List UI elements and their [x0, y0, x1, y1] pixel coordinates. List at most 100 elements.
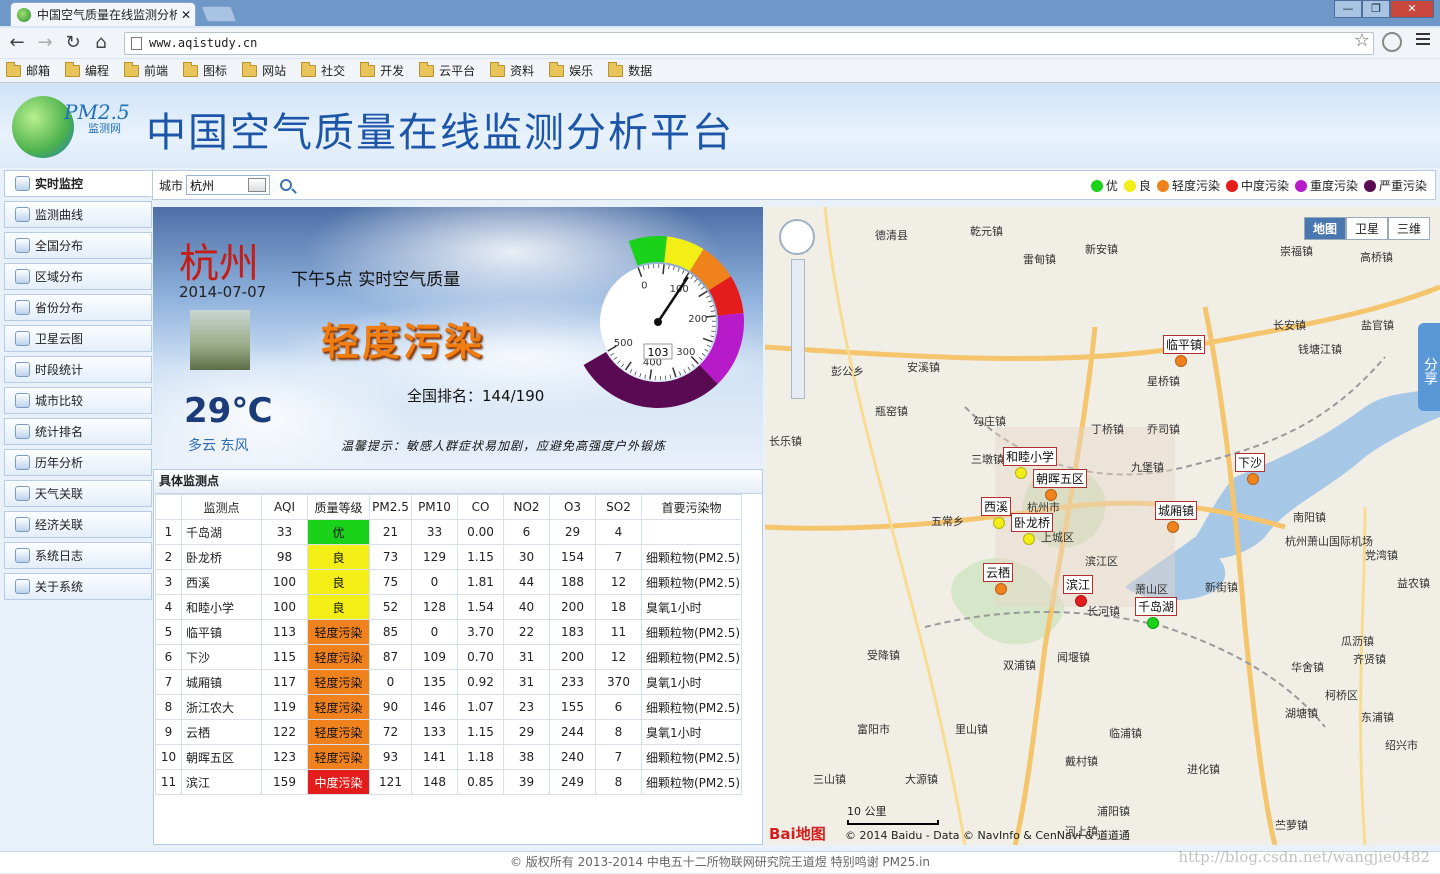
bookmark-item[interactable]: 娱乐 — [549, 61, 593, 79]
address-bar[interactable]: www.aqistudy.cn — [124, 32, 1374, 55]
table-row[interactable]: 8 浙江农大 119 轻度污染 90 146 1.07 23 155 6 细颗粒物(PM2.5) — [155, 694, 742, 720]
satellite-icon — [15, 331, 30, 346]
bookmark-item[interactable]: 开发 — [360, 61, 404, 79]
column-header[interactable]: PM2.5 — [369, 494, 412, 520]
table-cell: 细颗粒物(PM2.5) — [641, 619, 742, 645]
place-label: 临浦镇 — [1109, 727, 1142, 740]
station-marker[interactable] — [1075, 595, 1087, 607]
sidebar-item-10[interactable]: 天气关联 — [4, 480, 152, 507]
column-header[interactable]: 首要污染物 — [641, 494, 742, 520]
bookmark-item[interactable]: 前端 — [124, 61, 168, 79]
station-label[interactable]: 下沙 — [1235, 453, 1266, 472]
table-cell: 6 — [595, 694, 642, 720]
column-header[interactable]: 监测点 — [181, 494, 262, 520]
station-marker[interactable] — [1147, 617, 1159, 629]
column-header[interactable] — [155, 494, 182, 520]
station-marker[interactable] — [1015, 467, 1027, 479]
table-row[interactable]: 5 临平镇 113 轻度污染 85 0 3.70 22 183 11 细颗粒物(PM2.5) — [155, 619, 742, 645]
station-label[interactable]: 千岛湖 — [1135, 597, 1178, 616]
sidebar-item-12[interactable]: 系统日志 — [4, 542, 152, 569]
table-row[interactable]: 4 和睦小学 100 良 52 128 1.54 40 200 18 臭氧1小时 — [155, 594, 742, 620]
column-header[interactable]: AQI — [261, 494, 308, 520]
sidebar-item-4[interactable]: 省份分布 — [4, 294, 152, 321]
station-marker[interactable] — [993, 517, 1005, 529]
table-row[interactable]: 9 云栖 122 轻度污染 72 133 1.15 29 244 8 臭氧1小时 — [155, 719, 742, 745]
table-row[interactable]: 10 朝晖五区 123 轻度污染 93 141 1.18 38 240 7 细颗粒物(PM2.5) — [155, 744, 742, 770]
map-type-0[interactable]: 地图 — [1303, 217, 1346, 240]
forward-icon[interactable]: → — [34, 32, 56, 54]
station-marker[interactable] — [1023, 533, 1035, 545]
minimize-button[interactable]: — — [1334, 0, 1362, 18]
bookmark-item[interactable]: 编程 — [65, 61, 109, 79]
restore-button[interactable]: ❐ — [1362, 0, 1390, 18]
station-marker[interactable] — [1247, 473, 1259, 485]
station-label[interactable]: 城厢镇 — [1155, 501, 1198, 520]
sidebar-item-8[interactable]: 统计排名 — [4, 418, 152, 445]
table-row[interactable]: 11 滨江 159 中度污染 121 148 0.85 39 249 8 细颗粒物(PM2.5) — [155, 769, 742, 795]
column-header[interactable]: O3 — [549, 494, 596, 520]
column-header[interactable]: PM10 — [411, 494, 458, 520]
map-type-2[interactable]: 三维 — [1387, 217, 1430, 240]
table-body: 1 千岛湖 33 优 21 33 0.00 6 29 4 2 卧龙桥 98 良 73 129 1.15 30 154… — [155, 519, 742, 795]
sidebar-item-3[interactable]: 区域分布 — [4, 263, 152, 290]
station-label[interactable]: 西溪 — [981, 497, 1012, 516]
bookmark-star-icon[interactable]: ☆ — [1354, 30, 1370, 51]
column-header[interactable]: NO2 — [503, 494, 550, 520]
station-marker[interactable] — [995, 583, 1007, 595]
share-button[interactable]: 分享 — [1418, 323, 1440, 411]
extension-icon[interactable] — [1382, 32, 1402, 52]
sidebar-item-1[interactable]: 监测曲线 — [4, 201, 152, 228]
station-label[interactable]: 云栖 — [983, 563, 1014, 582]
home-icon[interactable]: ⌂ — [90, 32, 112, 54]
table-row[interactable]: 1 千岛湖 33 优 21 33 0.00 6 29 4 — [155, 519, 742, 545]
baidu-map[interactable]: 地图 卫星 三维 分享 临平镇 和睦小学 朝晖五区 下沙 西溪 卧龙桥 城厢镇 云栖 滨江 千岛湖 德清… — [765, 207, 1440, 845]
sidebar-item-6[interactable]: 时段统计 — [4, 356, 152, 383]
search-icon[interactable] — [280, 179, 293, 191]
back-icon[interactable]: ← — [6, 32, 28, 54]
zoom-slider[interactable] — [791, 259, 805, 399]
table-cell: 122 — [261, 719, 308, 745]
calendar-icon[interactable] — [248, 178, 267, 192]
map-type-1[interactable]: 卫星 — [1345, 217, 1388, 240]
sidebar-item-5[interactable]: 卫星云图 — [4, 325, 152, 352]
station-marker[interactable] — [1167, 521, 1179, 533]
browser-tab[interactable]: 中国空气质量在线监测分析 ✕ — [10, 2, 196, 26]
national-rank: 全国排名：144/190 — [407, 387, 545, 405]
bookmark-item[interactable]: 云平台 — [419, 61, 475, 79]
sidebar-item-0[interactable]: 实时监控 — [4, 170, 152, 197]
bookmark-item[interactable]: 图标 — [183, 61, 227, 79]
sidebar-item-2[interactable]: 全国分布 — [4, 232, 152, 259]
place-label: 盐官镇 — [1361, 319, 1394, 332]
bookmark-item[interactable]: 网站 — [242, 61, 287, 79]
bookmark-item[interactable]: 资料 — [490, 61, 534, 79]
bookmark-label: 网站 — [262, 64, 287, 78]
sidebar-item-9[interactable]: 历年分析 — [4, 449, 152, 476]
pan-control[interactable] — [779, 219, 815, 255]
bookmark-item[interactable]: 邮箱 — [6, 61, 50, 79]
table-row[interactable]: 7 城厢镇 117 轻度污染 0 135 0.92 31 233 370 臭氧1小时 — [155, 669, 742, 695]
sidebar-item-7[interactable]: 城市比较 — [4, 387, 152, 414]
table-cell — [641, 519, 742, 545]
menu-icon[interactable] — [1416, 33, 1430, 47]
reload-icon[interactable]: ↻ — [62, 32, 84, 54]
sidebar-item-11[interactable]: 经济关联 — [4, 511, 152, 538]
tab-close-icon[interactable]: ✕ — [181, 8, 191, 22]
bookmark-item[interactable]: 数据 — [608, 61, 652, 79]
place-label: 乔司镇 — [1147, 423, 1180, 436]
close-window-button[interactable]: ✕ — [1390, 0, 1434, 18]
column-header[interactable]: SO2 — [595, 494, 642, 520]
sidebar-item-13[interactable]: 关于系统 — [4, 573, 152, 600]
station-label[interactable]: 临平镇 — [1163, 335, 1206, 354]
table-row[interactable]: 6 下沙 115 轻度污染 87 109 0.70 31 200 12 细颗粒物(PM2.5) — [155, 644, 742, 670]
region-icon — [15, 269, 30, 284]
station-label[interactable]: 朝晖五区 — [1033, 469, 1088, 488]
station-label[interactable]: 和睦小学 — [1003, 447, 1058, 466]
station-marker[interactable] — [1175, 355, 1187, 367]
bookmark-item[interactable]: 社交 — [301, 61, 345, 79]
column-header[interactable]: CO — [457, 494, 504, 520]
new-tab-button[interactable] — [201, 6, 237, 22]
station-label[interactable]: 滨江 — [1063, 575, 1094, 594]
table-row[interactable]: 3 西溪 100 良 75 0 1.81 44 188 12 细颗粒物(PM2.5) — [155, 569, 742, 595]
table-row[interactable]: 2 卧龙桥 98 良 73 129 1.15 30 154 7 细颗粒物(PM2.5) — [155, 544, 742, 570]
column-header[interactable]: 质量等级 — [307, 494, 370, 520]
